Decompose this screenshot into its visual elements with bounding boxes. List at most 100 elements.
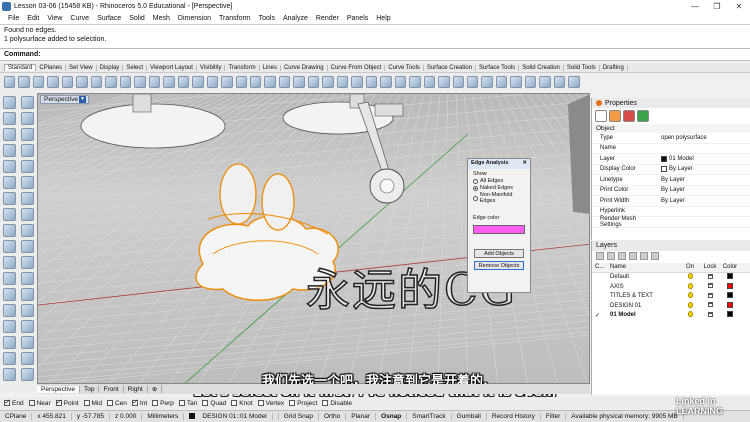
toolbar-tool-icon[interactable] bbox=[134, 75, 146, 88]
toolbar-tool-icon[interactable] bbox=[264, 75, 276, 88]
tool-icon[interactable] bbox=[3, 288, 16, 301]
toolbar-tool-icon[interactable] bbox=[438, 75, 450, 88]
toolbar-tab[interactable]: Standard bbox=[4, 64, 37, 71]
radio-naked-edges[interactable]: Naked Edges bbox=[473, 185, 525, 191]
status-toggle-planar[interactable]: Planar bbox=[346, 413, 377, 420]
property-value[interactable]: By Layer bbox=[658, 198, 750, 204]
remove-objects-button[interactable]: Remove Objects bbox=[474, 261, 524, 270]
new-layer-icon[interactable] bbox=[596, 252, 604, 260]
toolbar-tool-icon[interactable] bbox=[105, 75, 117, 88]
toolbar-tab[interactable]: Visibility bbox=[197, 64, 226, 71]
col-lock[interactable]: Lock bbox=[700, 264, 720, 270]
tool-icon[interactable] bbox=[21, 288, 34, 301]
restore-button[interactable]: ❐ bbox=[706, 2, 728, 11]
layer-row[interactable]: ✓ 01 Model bbox=[592, 311, 750, 321]
status-toggle-gumball[interactable]: Gumball bbox=[452, 413, 487, 420]
osnap-tan[interactable]: Tan bbox=[178, 400, 197, 407]
status-toggle-smarttrack[interactable]: SmartTrack bbox=[407, 413, 452, 420]
osnap-perp[interactable]: Perp bbox=[152, 400, 174, 407]
minimize-button[interactable]: — bbox=[684, 2, 706, 11]
tool-icon[interactable] bbox=[3, 224, 16, 237]
tool-icon[interactable] bbox=[21, 304, 34, 317]
menu-item-file[interactable]: File bbox=[8, 15, 19, 22]
tool-icon[interactable] bbox=[21, 112, 34, 125]
toolbar-tab[interactable]: Drafting bbox=[600, 64, 628, 71]
toolbar-tab[interactable]: Select bbox=[123, 64, 147, 71]
tool-icon[interactable] bbox=[21, 224, 34, 237]
layer-color[interactable] bbox=[720, 282, 740, 291]
layer-row[interactable]: AXIS bbox=[592, 282, 750, 292]
property-value[interactable]: By Layer bbox=[658, 187, 750, 193]
tool-icon[interactable] bbox=[3, 128, 16, 141]
viewport-menu-caret-icon[interactable]: ▼ bbox=[79, 96, 86, 103]
layer-name[interactable]: AXIS bbox=[610, 284, 680, 290]
layer-name[interactable]: 01 Model bbox=[610, 312, 680, 318]
toolbar-tool-icon[interactable] bbox=[61, 75, 74, 88]
toolbar-tab[interactable]: Set View bbox=[66, 64, 97, 71]
move-down-icon[interactable] bbox=[640, 252, 648, 260]
menu-item-edit[interactable]: Edit bbox=[27, 15, 39, 22]
layer-on-icon[interactable] bbox=[680, 301, 700, 310]
layer-lock-icon[interactable] bbox=[700, 292, 720, 300]
toolbar-tab[interactable]: Solid Creation bbox=[519, 64, 564, 71]
menu-item-help[interactable]: Help bbox=[376, 15, 390, 22]
menu-item-surface[interactable]: Surface bbox=[97, 15, 121, 22]
toolbar-tool-icon[interactable] bbox=[351, 75, 363, 88]
layer-on-icon[interactable] bbox=[680, 292, 700, 300]
toolbar-tab[interactable]: Viewport Layout bbox=[147, 64, 197, 71]
tool-icon[interactable] bbox=[3, 176, 16, 189]
tool-icon[interactable] bbox=[21, 336, 34, 349]
tool-icon[interactable] bbox=[3, 240, 16, 253]
toolbar-tool-icon[interactable] bbox=[293, 75, 305, 88]
viewport-tab[interactable]: Right bbox=[124, 385, 148, 393]
tool-icon[interactable] bbox=[3, 336, 16, 349]
tool-icon[interactable] bbox=[3, 272, 16, 285]
tool-icon[interactable] bbox=[3, 160, 16, 173]
tool-icon[interactable] bbox=[3, 144, 16, 157]
osnap-mid[interactable]: Mid bbox=[83, 400, 102, 407]
layer-color[interactable] bbox=[720, 301, 740, 310]
menu-item-dimension[interactable]: Dimension bbox=[178, 15, 211, 22]
toolbar-tool-icon[interactable] bbox=[322, 75, 334, 88]
menu-item-analyze[interactable]: Analyze bbox=[283, 15, 308, 22]
menu-item-solid[interactable]: Solid bbox=[129, 15, 145, 22]
toolbar-tool-icon[interactable] bbox=[90, 75, 103, 88]
material-icon[interactable] bbox=[609, 110, 621, 122]
toolbar-tab[interactable]: CPlanes bbox=[36, 64, 67, 71]
col-current[interactable]: C... bbox=[592, 264, 610, 270]
osnap-project[interactable]: Project bbox=[289, 400, 317, 407]
close-icon[interactable]: ✕ bbox=[522, 160, 527, 168]
toolbar-tool-icon[interactable] bbox=[553, 75, 566, 88]
layer-row[interactable]: DESIGN 01 bbox=[592, 301, 750, 311]
tool-icon[interactable] bbox=[3, 256, 16, 269]
layer-on-icon[interactable] bbox=[680, 311, 700, 319]
toolbar-tool-icon[interactable] bbox=[539, 75, 551, 88]
status-toggle-filter[interactable]: Filter bbox=[541, 413, 567, 420]
cplane-label[interactable]: CPlane bbox=[0, 413, 33, 420]
col-on[interactable]: On bbox=[680, 264, 700, 270]
edge-color-swatch[interactable] bbox=[473, 225, 525, 234]
radio-non-manifold-edges[interactable]: Non-Manifold Edges bbox=[473, 192, 525, 204]
status-toggle-osnap[interactable]: Osnap bbox=[376, 413, 408, 420]
toolbar-tool-icon[interactable] bbox=[47, 75, 59, 88]
toolbar-tool-icon[interactable] bbox=[394, 75, 407, 88]
toolbar-tab[interactable]: Surface Tools bbox=[476, 64, 520, 71]
delete-layer-icon[interactable] bbox=[618, 252, 626, 260]
osnap-end[interactable]: End bbox=[4, 398, 24, 407]
menu-item-tools[interactable]: Tools bbox=[259, 15, 275, 22]
add-viewport-icon[interactable]: ⊕ bbox=[148, 385, 163, 393]
current-layer[interactable]: DESIGN 01::01 Model bbox=[184, 413, 279, 420]
toolbar-tool-icon[interactable] bbox=[192, 75, 204, 88]
toolbar-tool-icon[interactable] bbox=[32, 75, 45, 88]
menu-item-mesh[interactable]: Mesh bbox=[153, 15, 170, 22]
units[interactable]: Millimeters bbox=[142, 413, 185, 420]
tool-icon[interactable] bbox=[3, 192, 16, 205]
toolbar-tool-icon[interactable] bbox=[365, 75, 378, 88]
osnap-int[interactable]: Int bbox=[131, 398, 147, 407]
col-name[interactable]: Name bbox=[610, 264, 680, 270]
menu-item-render[interactable]: Render bbox=[316, 15, 339, 22]
toolbar-tool-icon[interactable] bbox=[221, 75, 233, 88]
tool-icon[interactable] bbox=[21, 272, 34, 285]
viewport-tab[interactable]: Perspective bbox=[37, 385, 80, 393]
toolbar-tool-icon[interactable] bbox=[206, 75, 219, 88]
